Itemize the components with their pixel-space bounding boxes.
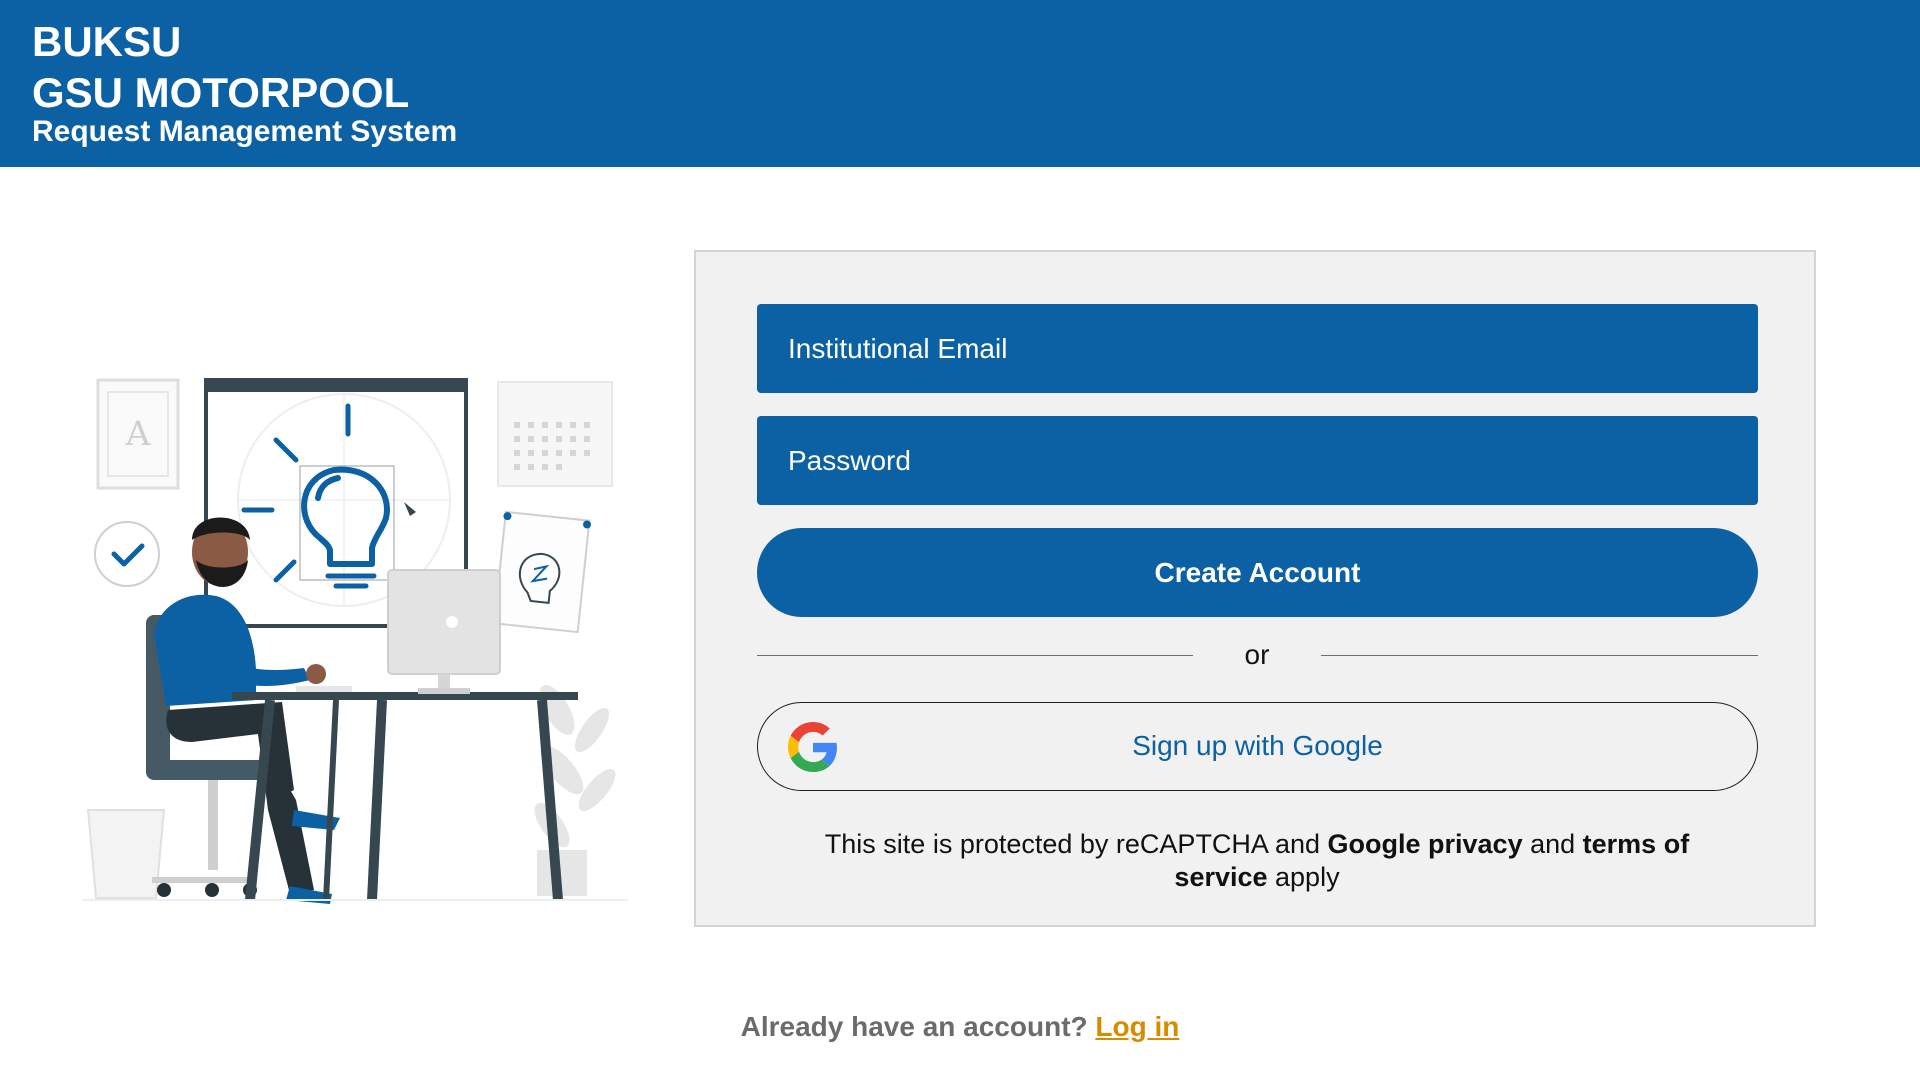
institutional-email-field[interactable] — [757, 304, 1758, 393]
google-signup-button[interactable]: Sign up with Google — [757, 702, 1758, 791]
divider-right — [1321, 655, 1758, 656]
recaptcha-prefix: This site is protected by reCAPTCHA and — [824, 829, 1328, 859]
svg-text:A: A — [125, 414, 151, 454]
create-account-button[interactable]: Create Account — [757, 528, 1758, 617]
or-separator-text: or — [1244, 639, 1270, 670]
recaptcha-middle: and — [1522, 829, 1583, 859]
recaptcha-suffix: apply — [1267, 862, 1340, 892]
divider-left — [757, 655, 1193, 656]
header-title-motorpool: GSU MOTORPOOL — [32, 69, 410, 116]
login-link[interactable]: Log in — [1095, 1011, 1179, 1042]
already-have-account-text: Already have an account? — [740, 1011, 1088, 1042]
login-prompt: Already have an account? Log in — [0, 1009, 1920, 1045]
header-subtitle: Request Management System — [32, 115, 458, 148]
header-title-buksu: BUKSU — [32, 18, 182, 65]
google-privacy-link[interactable]: Google privacy — [1328, 829, 1523, 859]
signup-card: Create Account or Sign up with Google Th… — [694, 250, 1816, 927]
app-header: BUKSU GSU MOTORPOOL Request Management S… — [0, 0, 1920, 167]
person-at-desk-illustration: A — [82, 378, 628, 904]
google-signup-label: Sign up with Google — [1132, 730, 1383, 761]
password-field[interactable] — [757, 416, 1758, 505]
recaptcha-notice: This site is protected by reCAPTCHA and … — [786, 828, 1728, 894]
